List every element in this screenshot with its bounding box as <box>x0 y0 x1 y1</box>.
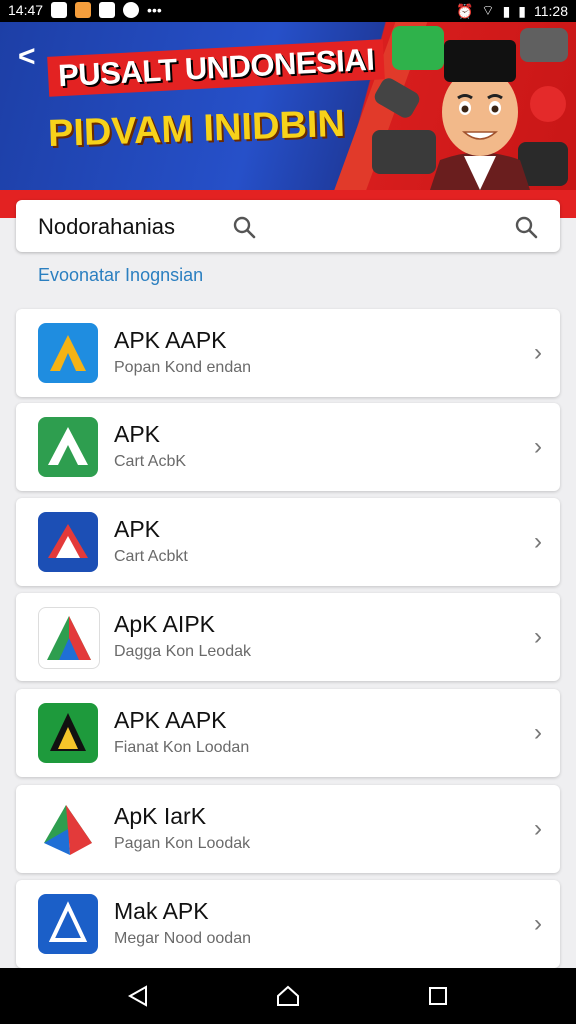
status-time-left: 14:47 <box>8 2 44 18</box>
search-submit-icon[interactable] <box>514 215 538 239</box>
navigation-bar <box>0 968 576 1024</box>
chevron-right-icon: › <box>534 339 542 366</box>
app-notification-icon <box>51 2 68 18</box>
app-icon <box>38 512 98 572</box>
app-icon <box>38 323 98 383</box>
notification-icon <box>75 2 92 18</box>
more-icon: ••• <box>147 2 162 18</box>
chevron-right-icon: › <box>534 815 542 842</box>
home-nav-icon[interactable] <box>276 984 300 1008</box>
list-item[interactable]: ApK AIPK Dagga Kon Leodak › <box>16 593 560 681</box>
recents-nav-icon[interactable] <box>426 984 450 1008</box>
app-subtitle: Megar Nood oodan <box>114 930 251 947</box>
search-bar[interactable]: Nodorahanias <box>16 200 560 252</box>
app-name: APK AAPK <box>114 707 227 733</box>
app-name: APK <box>114 421 161 447</box>
app-icon <box>38 703 98 763</box>
status-bar: 14:47 ••• ⏰ ⌔ ▮ ▮ 11:28 <box>0 0 576 22</box>
signal-icon: ▮ <box>502 2 511 19</box>
list-item[interactable]: APK Cart Acbkt › <box>16 498 560 586</box>
battery-icon: ▮ <box>518 2 526 19</box>
chevron-right-icon: › <box>534 433 542 460</box>
back-button[interactable]: < <box>18 42 36 72</box>
list-item[interactable]: APK AAPK Fianat Kon Loodan › <box>16 689 560 777</box>
list-item[interactable]: APK AAPK Popan Kond endan › <box>16 309 560 397</box>
alarm-icon: ⏰ <box>455 2 474 19</box>
section-title: Evoonatar Inognsian <box>38 265 204 285</box>
app-icon <box>38 417 98 477</box>
banner-title-primary: PUSALT UNDONESIAI <box>47 39 386 97</box>
chevron-right-icon: › <box>534 719 542 746</box>
list-item[interactable]: Mak APK Megar Nood oodan › <box>16 880 560 968</box>
chevron-right-icon: › <box>534 528 542 555</box>
search-icon[interactable] <box>232 215 256 239</box>
list-item[interactable]: APK Cart AcbK › <box>16 403 560 491</box>
app-icon <box>38 799 98 859</box>
app-name: APK AAPK <box>114 327 227 353</box>
app-subtitle: Dagga Kon Leodak <box>114 643 251 660</box>
header-banner: < PUSALT UNDONESIAI PIDVAM INIDBIN <box>0 22 576 190</box>
app-name: Mak APK <box>114 898 209 924</box>
app-subtitle: Cart AcbK <box>114 453 187 470</box>
app-icon <box>38 607 100 669</box>
app-subtitle: Popan Kond endan <box>114 359 252 376</box>
search-input[interactable]: Nodorahanias <box>38 214 175 240</box>
chevron-right-icon: › <box>534 623 542 650</box>
app-name: APK <box>114 516 161 542</box>
chevron-right-icon: › <box>534 910 542 937</box>
app-subtitle: Pagan Kon Loodak <box>114 835 251 852</box>
app-subtitle: Fianat Kon Loodan <box>114 739 250 756</box>
back-nav-icon[interactable] <box>126 984 150 1008</box>
character-illustration <box>430 40 530 190</box>
status-time-right: 11:28 <box>534 3 568 19</box>
wifi-icon: ⌔ <box>481 2 495 18</box>
app-name: ApK IarK <box>114 803 207 829</box>
list-item[interactable]: ApK IarK Pagan Kon Loodak › <box>16 785 560 873</box>
message-icon <box>123 2 140 18</box>
app-icon <box>38 894 98 954</box>
gallery-icon <box>99 2 116 18</box>
app-subtitle: Cart Acbkt <box>114 548 188 565</box>
app-name: ApK AIPK <box>114 611 216 637</box>
banner-title-secondary: PIDVAM INIDBIN <box>47 102 346 156</box>
